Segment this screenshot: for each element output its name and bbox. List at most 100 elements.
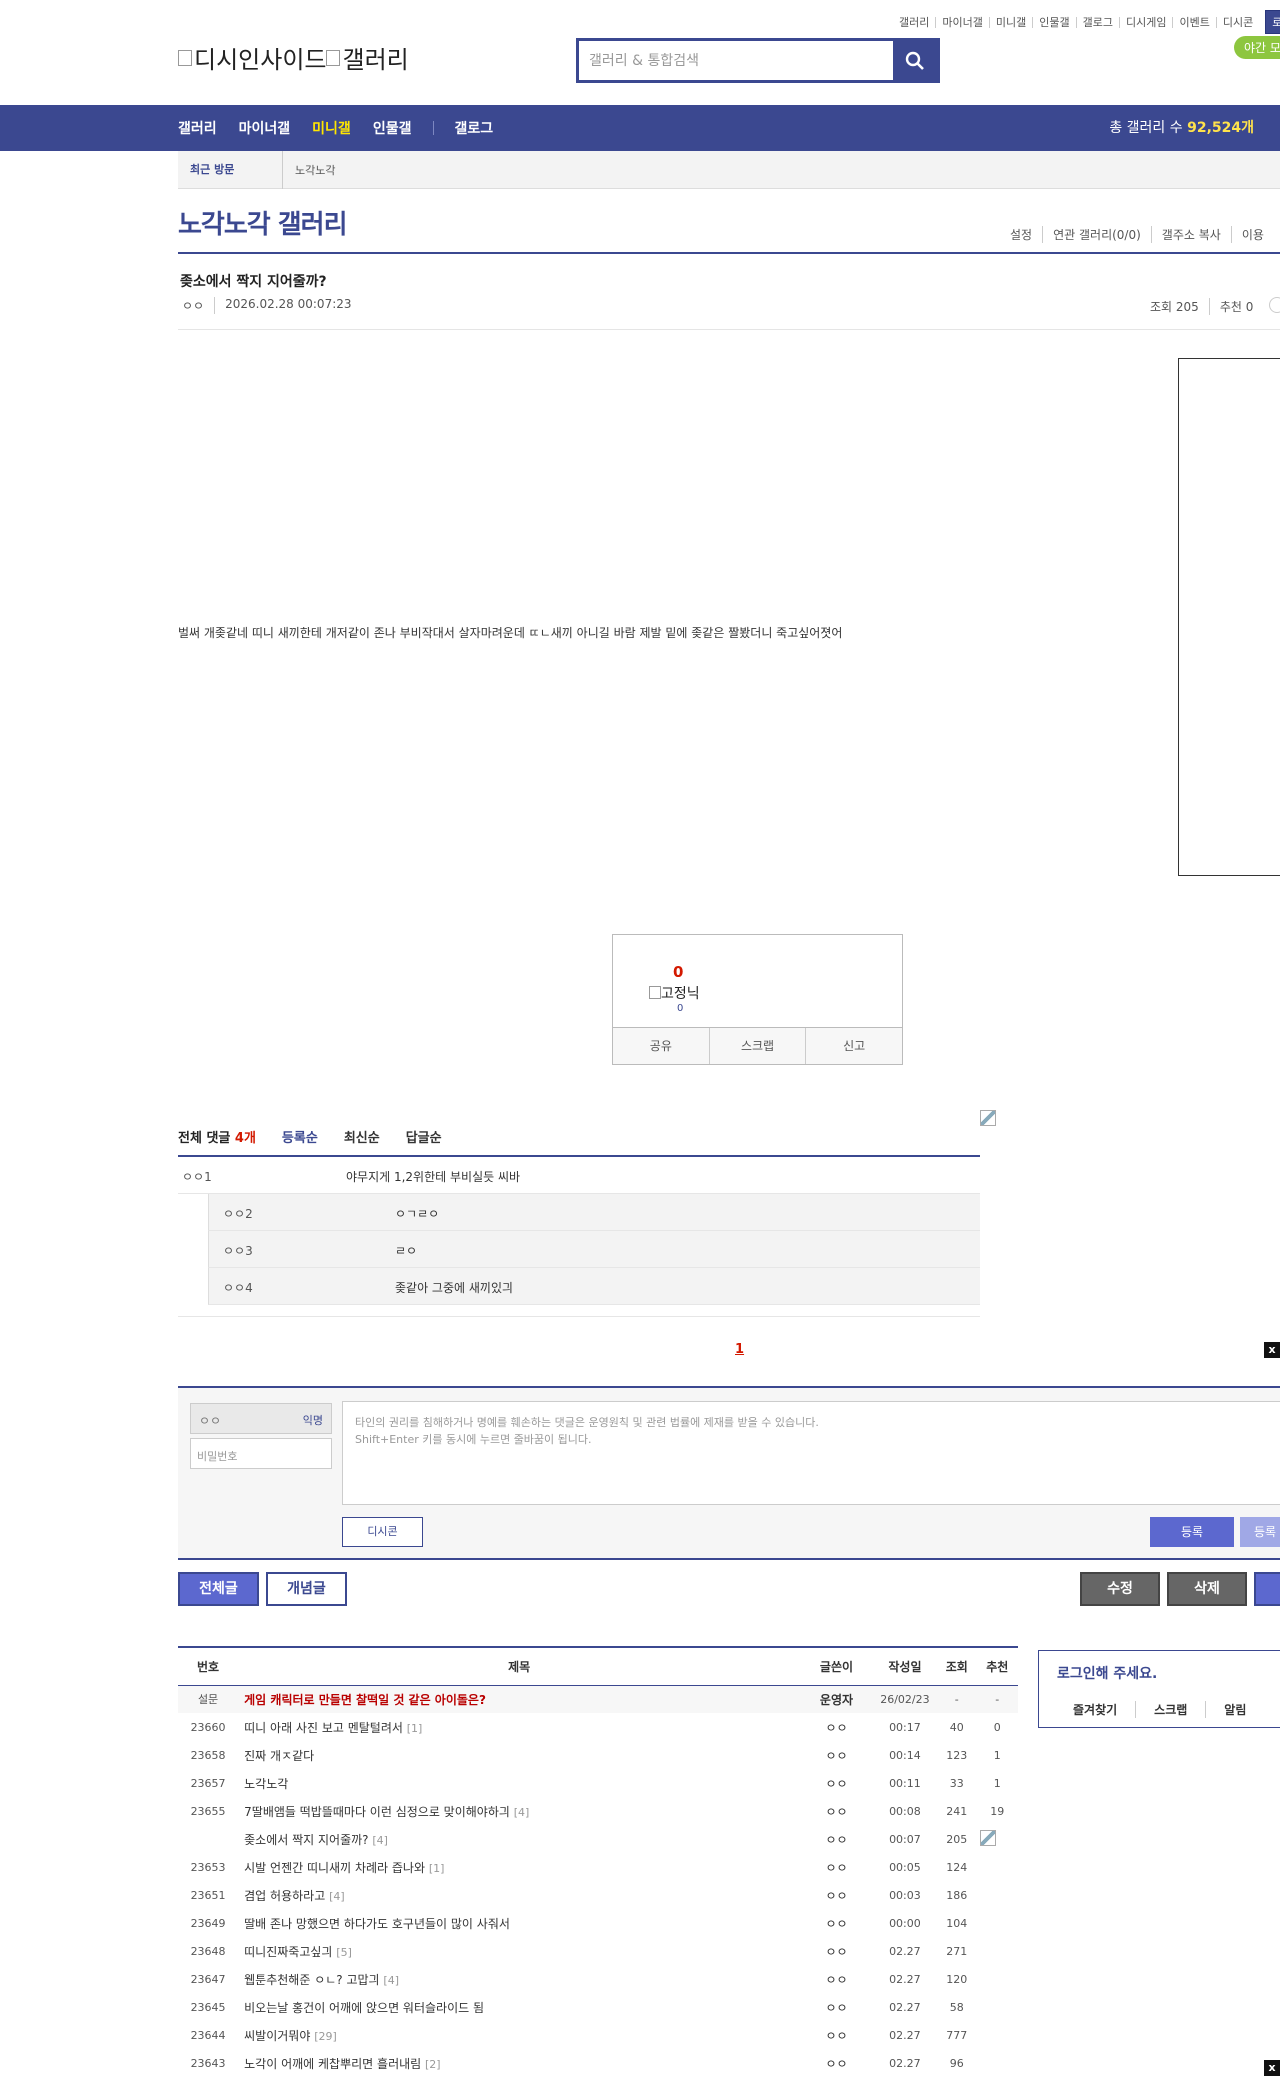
post-list: 번호 제목 글쓴이 작성일 조회 추천 설문 게임 캐릭터로 만들면 찰떡일 것 … [178, 1646, 1018, 2077]
related-gallery-link[interactable]: 연관 갤러리(0/0) [1042, 226, 1151, 243]
post-writer[interactable]: ㅇㅇ [800, 1993, 873, 2021]
table-row[interactable]: 23648 띠니진짜죽고싶긔 [5] ㅇㅇ 02.27 271 [178, 1937, 1018, 1965]
login-message[interactable]: 로그인해 주세요. [1057, 1663, 1157, 1683]
password-field[interactable]: 비밀번호 [190, 1438, 332, 1469]
usage-link[interactable]: 이용 [1230, 226, 1274, 243]
table-row[interactable]: 23649 딸배 존나 망했으면 하다가도 호구년들이 많이 사줘서 ㅇㅇ 00:0… [178, 1909, 1018, 1937]
post-title-link[interactable]: 씨발이거뭐야 [29] [238, 2021, 800, 2049]
util-link-event[interactable]: 이벤트 [1172, 16, 1215, 28]
util-link-gallery[interactable]: 갤러리 [893, 17, 935, 28]
table-row[interactable]: 23651 겸업 허용하라고 [4] ㅇㅇ 00:03 186 [178, 1881, 1018, 1909]
comment-nick[interactable]: ㅇㅇ3 [223, 1242, 253, 1259]
favorites-link[interactable]: 즐겨찾기 [1073, 1701, 1135, 1718]
scrap-link[interactable]: 스크랩 [1135, 1701, 1205, 1718]
comment-textarea[interactable]: 타인의 권리를 침해하거나 명예를 훼손하는 댓글은 운영원칙 및 관련 법률에… [342, 1401, 1280, 1505]
post-title-link[interactable]: 딸배 존나 망했으면 하다가도 호구년들이 많이 사줘서 [238, 1909, 800, 1937]
post-title-link[interactable]: 비오는날 홍건이 어깨에 앉으면 워터슬라이드 됨 [238, 1993, 800, 2021]
post-writer[interactable]: ㅇㅇ [800, 1965, 873, 1993]
nav-minor[interactable]: 마이너갤 [239, 118, 291, 138]
post-title-link[interactable]: 게임 캐릭터로 만들면 찰떡일 것 같은 아이돌은? [238, 1685, 801, 1713]
table-row[interactable]: 23658 진짜 개ㅈ같다 ㅇㅇ 00:14 123 1 [178, 1741, 1018, 1769]
post-writer[interactable]: 운영자 [800, 1685, 873, 1713]
post-title-link[interactable]: 웹툰추천해준 ㅇㄴ? 고맙긔 [4] [238, 1965, 800, 1993]
search-input[interactable] [579, 41, 893, 80]
comment-submit-button[interactable]: 등록 [1150, 1517, 1234, 1547]
notification-link[interactable]: 알림 [1205, 1701, 1264, 1718]
close-icon[interactable]: x [1264, 1342, 1280, 1358]
post-title-link[interactable]: 7딸배앰들 떡밥뜰때마다 이런 심정으로 맞이해야하긔 [4] [238, 1797, 800, 1825]
table-row[interactable]: 23647 웹툰추천해준 ㅇㄴ? 고맙긔 [4] ㅇㅇ 02.27 120 [178, 1965, 1018, 1993]
post-title-link[interactable]: 좆소에서 짝지 지어줄까? [4] [238, 1825, 800, 1853]
comment-page-1[interactable]: 1 [735, 1342, 744, 1357]
site-logo[interactable]: 디시인사이드 갤러리 [178, 40, 409, 75]
notice-row[interactable]: 설문 게임 캐릭터로 만들면 찰떡일 것 같은 아이돌은? 운영자 26/02/23… [178, 1685, 1018, 1713]
post-writer[interactable]: ㅇㅇ [800, 1881, 873, 1909]
post-title-link[interactable]: 노각노각 [238, 1769, 800, 1797]
table-row[interactable]: 23643 노각이 어깨에 케찹뿌리면 흘러내림 [2] ㅇㅇ 02.27 96 [178, 2049, 1018, 2077]
close-icon[interactable]: x [1264, 2060, 1280, 2076]
util-link-dccon[interactable]: 디시콘 [1215, 16, 1259, 28]
fixed-nick-recommend[interactable]: 고정닉 [649, 983, 700, 1003]
table-row[interactable]: 23644 씨발이거뭐야 [29] ㅇㅇ 02.27 777 [178, 2021, 1018, 2049]
nav-gallery[interactable]: 갤러리 [178, 118, 217, 138]
post-writer[interactable]: ㅇㅇ [800, 1909, 873, 1937]
night-mode-button[interactable]: 야간 모 [1234, 36, 1280, 59]
copy-address-link[interactable]: 갤주소 복사 [1150, 226, 1231, 243]
post-writer[interactable]: ㅇㅇ [800, 1853, 873, 1881]
util-link-minor[interactable]: 마이너갤 [935, 16, 988, 28]
table-row[interactable]: 23655 7딸배앰들 떡밥뜰때마다 이런 심정으로 맞이해야하긔 [4] ㅇㅇ 00… [178, 1797, 1018, 1825]
post-writer[interactable]: ㅇㅇ [800, 1769, 873, 1797]
best-posts-button[interactable]: 개념글 [266, 1572, 347, 1606]
util-link-mini[interactable]: 미니갤 [988, 16, 1032, 28]
post-writer[interactable]: ㅇㅇ [800, 1713, 873, 1741]
post-title-link[interactable]: 띠니진짜죽고싶긔 [5] [238, 1937, 800, 1965]
post-title-link[interactable]: 진짜 개ㅈ같다 [238, 1741, 800, 1769]
login-button[interactable]: 로그인 [1265, 10, 1280, 34]
table-row[interactable]: 23645 비오는날 홍건이 어깨에 앉으면 워터슬라이드 됨 ㅇㅇ 02.27 58 [178, 1993, 1018, 2021]
post-title-link[interactable]: 시발 언젠간 띠니새끼 차례라 즙나와 [1] [238, 1853, 800, 1881]
more-options-icon[interactable] [1269, 297, 1280, 313]
comment-submit-alt-button[interactable]: 등록 [1240, 1517, 1280, 1547]
util-link-gallog[interactable]: 갤로그 [1075, 16, 1119, 28]
recommend-up-count[interactable]: 0 [673, 963, 683, 981]
nick-field[interactable]: ㅇㅇ 익명 [190, 1403, 332, 1434]
gallery-title[interactable]: 노각노각 갤러리 [178, 204, 347, 241]
post-title-link[interactable]: 겸업 허용하라고 [4] [238, 1881, 800, 1909]
nav-person[interactable]: 인물갤 [373, 118, 412, 138]
comment-nick[interactable]: ㅇㅇ2 [223, 1205, 253, 1222]
post-recommend [976, 1881, 1018, 1909]
edit-button[interactable]: 수정 [1080, 1572, 1160, 1606]
post-writer[interactable]: ㅇㅇ [800, 1797, 873, 1825]
post-writer[interactable]: ㅇㅇ [800, 2021, 873, 2049]
table-row[interactable]: 23653 시발 언젠간 띠니새끼 차례라 즙나와 [1] ㅇㅇ 00:05 124 [178, 1853, 1018, 1881]
post-writer[interactable]: ㅇㅇ [800, 1741, 873, 1769]
comment-nick[interactable]: ㅇㅇ4 [223, 1279, 253, 1296]
search-button[interactable] [893, 41, 937, 80]
gallery-settings-link[interactable]: 설정 [1000, 226, 1042, 243]
comment-nick[interactable]: ㅇㅇ1 [182, 1168, 212, 1185]
recent-item[interactable]: 노각노각 [283, 162, 335, 178]
post-title-link[interactable]: 띠니 아래 사진 보고 멘탈털려서 [1] [238, 1713, 800, 1741]
post-title-link[interactable]: 노각이 어깨에 케찹뿌리면 흘러내림 [2] [238, 2049, 800, 2077]
post-writer[interactable]: ㅇㅇ [800, 1937, 873, 1965]
post-writer[interactable]: ㅇㅇ [800, 2049, 873, 2077]
sort-registered[interactable]: 등록순 [282, 1127, 318, 1146]
post-writer[interactable]: ㅇㅇ [800, 1825, 873, 1853]
util-link-person[interactable]: 인물갤 [1032, 16, 1075, 28]
all-posts-button[interactable]: 전체글 [178, 1572, 259, 1606]
nav-mini[interactable]: 미니갤 [312, 118, 351, 138]
dccon-button[interactable]: 디시콘 [342, 1517, 423, 1547]
delete-button[interactable]: 삭제 [1167, 1572, 1247, 1606]
nav-gallog[interactable]: 갤로그 [454, 118, 493, 138]
sort-replies[interactable]: 답글순 [406, 1127, 442, 1146]
post-writer[interactable]: ㅇㅇ [182, 297, 204, 314]
report-button[interactable]: 신고 [805, 1028, 902, 1064]
share-button[interactable]: 공유 [613, 1028, 709, 1064]
write-button[interactable] [1254, 1572, 1280, 1606]
scrap-button[interactable]: 스크랩 [708, 1028, 806, 1064]
sort-latest[interactable]: 최신순 [344, 1127, 380, 1146]
table-row[interactable]: 좆소에서 짝지 지어줄까? [4] ㅇㅇ 00:07 205 [178, 1825, 1018, 1853]
util-link-game[interactable]: 디시게임 [1118, 16, 1172, 28]
table-row[interactable]: 23657 노각노각 ㅇㅇ 00:11 33 1 [178, 1769, 1018, 1797]
table-row[interactable]: 23660 띠니 아래 사진 보고 멘탈털려서 [1] ㅇㅇ 00:17 40 0 [178, 1713, 1018, 1741]
